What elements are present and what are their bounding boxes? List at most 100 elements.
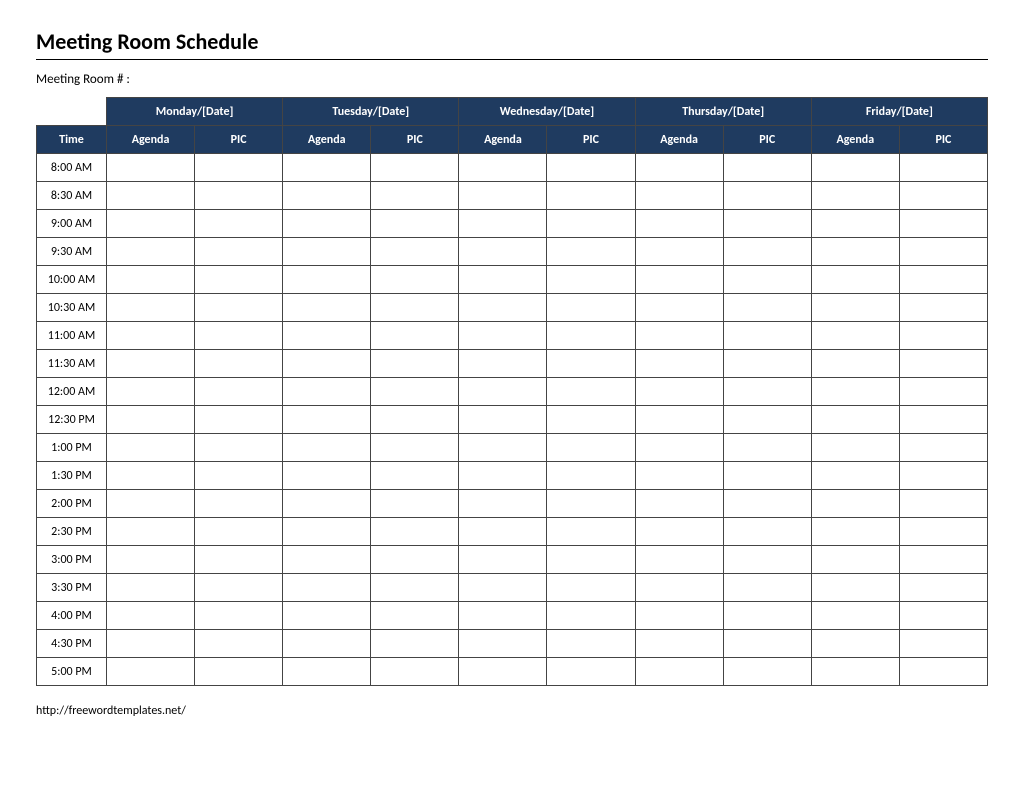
pic-cell[interactable]: [899, 602, 987, 630]
agenda-cell[interactable]: [811, 378, 899, 406]
pic-cell[interactable]: [547, 210, 635, 238]
agenda-cell[interactable]: [459, 574, 547, 602]
agenda-cell[interactable]: [811, 266, 899, 294]
agenda-cell[interactable]: [107, 238, 195, 266]
pic-cell[interactable]: [195, 630, 283, 658]
pic-cell[interactable]: [899, 518, 987, 546]
pic-cell[interactable]: [547, 294, 635, 322]
pic-cell[interactable]: [195, 210, 283, 238]
pic-cell[interactable]: [723, 350, 811, 378]
agenda-cell[interactable]: [283, 350, 371, 378]
pic-cell[interactable]: [899, 210, 987, 238]
agenda-cell[interactable]: [283, 490, 371, 518]
pic-cell[interactable]: [195, 154, 283, 182]
pic-cell[interactable]: [899, 238, 987, 266]
agenda-cell[interactable]: [283, 210, 371, 238]
pic-cell[interactable]: [723, 294, 811, 322]
pic-cell[interactable]: [371, 322, 459, 350]
agenda-cell[interactable]: [811, 546, 899, 574]
agenda-cell[interactable]: [107, 546, 195, 574]
agenda-cell[interactable]: [107, 602, 195, 630]
agenda-cell[interactable]: [811, 574, 899, 602]
agenda-cell[interactable]: [459, 406, 547, 434]
pic-cell[interactable]: [371, 294, 459, 322]
pic-cell[interactable]: [371, 154, 459, 182]
agenda-cell[interactable]: [283, 378, 371, 406]
agenda-cell[interactable]: [635, 266, 723, 294]
pic-cell[interactable]: [371, 462, 459, 490]
agenda-cell[interactable]: [635, 378, 723, 406]
pic-cell[interactable]: [371, 182, 459, 210]
pic-cell[interactable]: [195, 462, 283, 490]
agenda-cell[interactable]: [107, 574, 195, 602]
pic-cell[interactable]: [547, 518, 635, 546]
agenda-cell[interactable]: [459, 154, 547, 182]
agenda-cell[interactable]: [459, 294, 547, 322]
agenda-cell[interactable]: [811, 238, 899, 266]
pic-cell[interactable]: [547, 266, 635, 294]
pic-cell[interactable]: [899, 630, 987, 658]
agenda-cell[interactable]: [107, 266, 195, 294]
agenda-cell[interactable]: [107, 182, 195, 210]
agenda-cell[interactable]: [811, 322, 899, 350]
agenda-cell[interactable]: [107, 658, 195, 686]
pic-cell[interactable]: [195, 294, 283, 322]
agenda-cell[interactable]: [459, 210, 547, 238]
pic-cell[interactable]: [899, 294, 987, 322]
pic-cell[interactable]: [723, 574, 811, 602]
pic-cell[interactable]: [195, 378, 283, 406]
agenda-cell[interactable]: [283, 294, 371, 322]
agenda-cell[interactable]: [283, 154, 371, 182]
pic-cell[interactable]: [899, 266, 987, 294]
pic-cell[interactable]: [195, 434, 283, 462]
pic-cell[interactable]: [195, 658, 283, 686]
pic-cell[interactable]: [899, 322, 987, 350]
agenda-cell[interactable]: [283, 182, 371, 210]
pic-cell[interactable]: [723, 322, 811, 350]
agenda-cell[interactable]: [811, 630, 899, 658]
pic-cell[interactable]: [723, 546, 811, 574]
pic-cell[interactable]: [547, 378, 635, 406]
agenda-cell[interactable]: [811, 210, 899, 238]
agenda-cell[interactable]: [107, 154, 195, 182]
agenda-cell[interactable]: [107, 322, 195, 350]
pic-cell[interactable]: [195, 546, 283, 574]
pic-cell[interactable]: [723, 518, 811, 546]
pic-cell[interactable]: [371, 602, 459, 630]
agenda-cell[interactable]: [811, 462, 899, 490]
agenda-cell[interactable]: [459, 182, 547, 210]
agenda-cell[interactable]: [635, 350, 723, 378]
pic-cell[interactable]: [371, 574, 459, 602]
pic-cell[interactable]: [547, 462, 635, 490]
agenda-cell[interactable]: [811, 518, 899, 546]
agenda-cell[interactable]: [811, 154, 899, 182]
agenda-cell[interactable]: [459, 350, 547, 378]
pic-cell[interactable]: [899, 658, 987, 686]
pic-cell[interactable]: [195, 406, 283, 434]
pic-cell[interactable]: [195, 266, 283, 294]
agenda-cell[interactable]: [811, 490, 899, 518]
pic-cell[interactable]: [195, 238, 283, 266]
pic-cell[interactable]: [899, 462, 987, 490]
agenda-cell[interactable]: [459, 490, 547, 518]
agenda-cell[interactable]: [635, 434, 723, 462]
pic-cell[interactable]: [195, 490, 283, 518]
agenda-cell[interactable]: [107, 406, 195, 434]
agenda-cell[interactable]: [635, 658, 723, 686]
agenda-cell[interactable]: [635, 238, 723, 266]
agenda-cell[interactable]: [635, 546, 723, 574]
agenda-cell[interactable]: [107, 378, 195, 406]
agenda-cell[interactable]: [635, 518, 723, 546]
agenda-cell[interactable]: [635, 490, 723, 518]
agenda-cell[interactable]: [283, 602, 371, 630]
pic-cell[interactable]: [195, 350, 283, 378]
pic-cell[interactable]: [899, 434, 987, 462]
agenda-cell[interactable]: [283, 518, 371, 546]
agenda-cell[interactable]: [107, 630, 195, 658]
agenda-cell[interactable]: [459, 378, 547, 406]
pic-cell[interactable]: [899, 154, 987, 182]
pic-cell[interactable]: [723, 238, 811, 266]
pic-cell[interactable]: [371, 490, 459, 518]
pic-cell[interactable]: [547, 154, 635, 182]
agenda-cell[interactable]: [459, 266, 547, 294]
